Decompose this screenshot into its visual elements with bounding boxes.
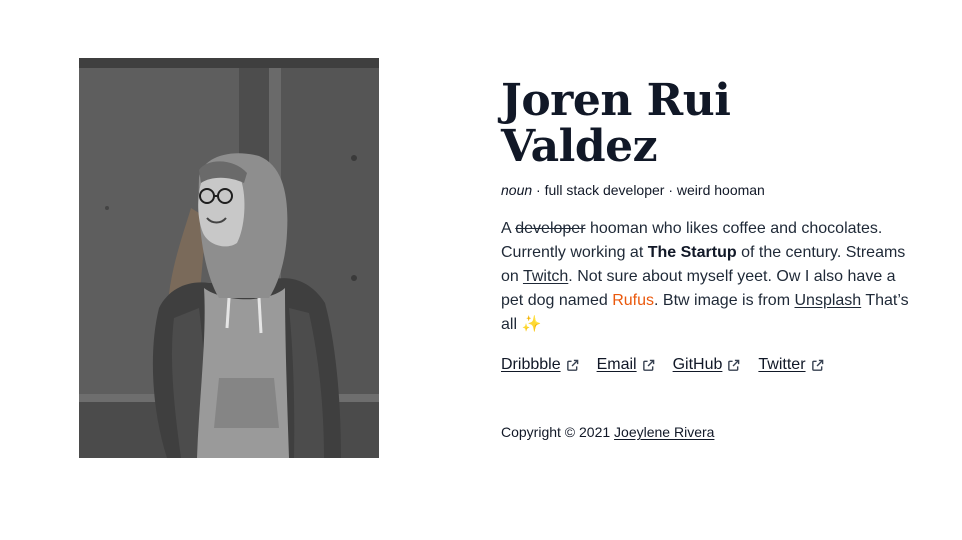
profile-content: Joren Rui Valdez noun · full stack devel… xyxy=(501,78,911,441)
twitter-link[interactable]: Twitter xyxy=(758,354,823,376)
copyright-footer: Copyright © 2021 Joeylene Rivera xyxy=(501,423,911,441)
twitch-link[interactable]: Twitch xyxy=(523,268,568,285)
link-label: Twitter xyxy=(758,356,806,373)
link-label: Email xyxy=(596,356,637,373)
external-link-icon xyxy=(566,359,578,371)
external-link-icon xyxy=(811,359,823,371)
unsplash-link[interactable]: Unsplash xyxy=(794,292,861,309)
tagline: noun · full stack developer · weird hoom… xyxy=(501,181,911,199)
dribbble-link[interactable]: Dribbble xyxy=(501,354,579,376)
role-text: full stack developer xyxy=(544,182,665,198)
external-link-icon xyxy=(728,359,740,371)
link-label: Dribbble xyxy=(501,356,561,373)
copyright-text: Copyright © 2021 xyxy=(501,424,611,440)
part-of-speech: noun xyxy=(501,182,533,198)
name-line-1: Joren Rui xyxy=(501,75,731,126)
company-name: The Startup xyxy=(647,244,737,261)
struck-text: developer xyxy=(515,220,586,237)
separator: · xyxy=(536,182,541,198)
email-link[interactable]: Email xyxy=(597,354,655,376)
sparkles-icon: ✨ xyxy=(521,316,542,333)
name-line-2: Valdez xyxy=(501,121,658,172)
social-links: Dribbble Email GitHub Twitter xyxy=(501,354,911,376)
bio-text: A xyxy=(501,220,511,237)
external-link-icon xyxy=(642,359,654,371)
trait-text: weird hooman xyxy=(676,182,765,198)
bio-text: . Btw image is from xyxy=(654,292,791,309)
profile-photo xyxy=(79,58,379,458)
author-link[interactable]: Joeylene Rivera xyxy=(614,424,714,440)
bio-paragraph: A developer hooman who likes coffee and … xyxy=(501,217,911,337)
link-label: GitHub xyxy=(672,356,723,373)
separator: · xyxy=(668,182,674,198)
pet-name: Rufus xyxy=(612,292,654,309)
page-title: Joren Rui Valdez xyxy=(501,78,911,170)
github-link[interactable]: GitHub xyxy=(673,354,741,376)
profile-photo-image xyxy=(79,58,379,458)
